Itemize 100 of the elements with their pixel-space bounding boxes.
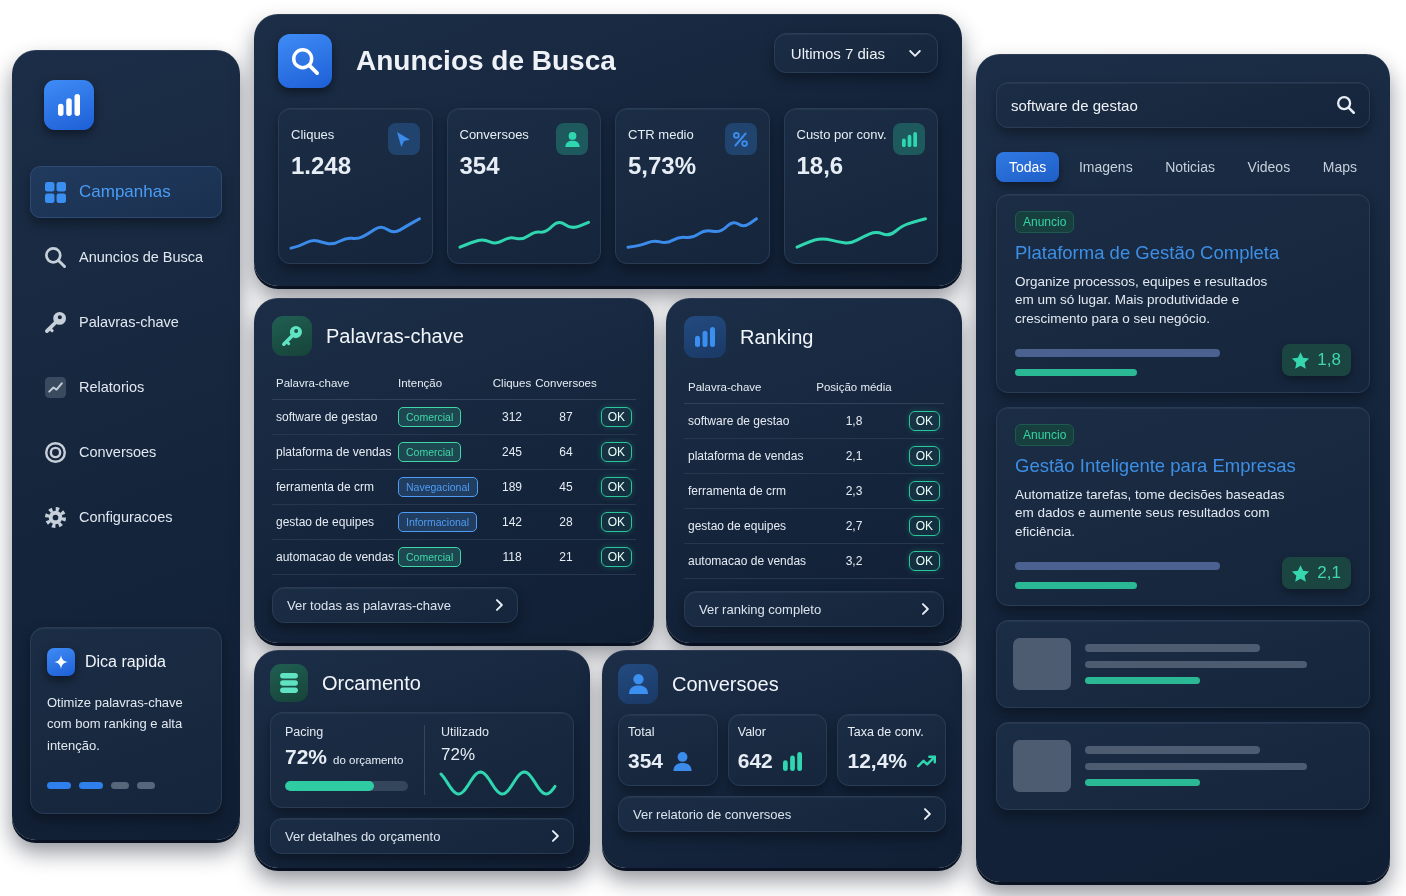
sidebar-item[interactable]: Palavras-chave xyxy=(30,296,222,348)
ad-badge: Anuncio xyxy=(1015,424,1075,447)
person-icon xyxy=(618,664,658,704)
ad-badge: Anuncio xyxy=(1015,211,1075,233)
chevron-right-icon xyxy=(496,599,503,611)
stat-label: Taxa de conv. xyxy=(847,725,925,739)
grid-icon xyxy=(45,181,66,203)
position-value: 2,3 xyxy=(844,484,864,498)
status-badge: OK xyxy=(908,516,940,536)
star-icon xyxy=(1292,564,1310,582)
sidebar-item[interactable]: Conversoes xyxy=(30,426,222,478)
intent-tag: Navegacional xyxy=(398,477,478,497)
status-badge: OK xyxy=(908,551,940,571)
clicks-value: 118 xyxy=(501,550,523,564)
keyword-text: automacao de vendas xyxy=(276,550,396,564)
chevron-right-icon xyxy=(922,603,929,615)
keyword-text: gestao de equipes xyxy=(688,519,788,533)
tip-text: Otimize palavras-chave com bom ranking e alta intenção. xyxy=(47,693,184,755)
column-header: Palavra-chave xyxy=(276,376,351,389)
person-icon xyxy=(556,123,588,155)
stat-label: Valor xyxy=(737,725,767,739)
star-icon xyxy=(1292,351,1310,369)
keyword-text: plataforma de vendas xyxy=(276,445,393,459)
conversions-value: 28 xyxy=(558,515,574,529)
view-more-button[interactable]: Ver detalhes do orçamento xyxy=(270,818,574,854)
conversions-value: 21 xyxy=(558,550,574,564)
stat-value: 1.248 xyxy=(291,152,353,180)
view-more-button[interactable]: Ver ranking completo xyxy=(684,591,944,627)
stat-value: 18,6 xyxy=(796,152,845,180)
result-title[interactable]: Plataforma de Gestão Completa xyxy=(1015,242,1351,264)
search-icon xyxy=(1337,96,1355,114)
keyword-text: software de gestao xyxy=(688,414,791,428)
stat-value: 12,4% xyxy=(847,749,907,773)
stat-label: Cliques xyxy=(291,127,336,142)
position-value: 3,2 xyxy=(844,554,864,568)
position-value: 2,1 xyxy=(844,449,864,463)
clicks-value: 312 xyxy=(501,410,523,424)
target-icon xyxy=(45,441,66,463)
column-header: Cliques xyxy=(491,376,533,389)
stat-label: Conversoes xyxy=(459,127,530,142)
sidebar-item[interactable]: Campanhas xyxy=(30,166,222,218)
position-value: 2,7 xyxy=(844,519,864,533)
key-icon xyxy=(45,311,66,333)
result-title[interactable]: Gestão Inteligente para Empresas xyxy=(1015,455,1351,478)
tip-title: Dica rapida xyxy=(85,652,166,671)
status-badge: OK xyxy=(600,442,632,462)
tab[interactable]: Todas xyxy=(996,152,1060,182)
sidebar-item[interactable]: Relatorios xyxy=(30,361,222,413)
status-badge: OK xyxy=(600,512,632,532)
status-badge: OK xyxy=(908,481,940,501)
metric-note: do orçamento xyxy=(333,754,404,766)
stat-value: 354 xyxy=(459,152,501,180)
panel-title: Palavras-chave xyxy=(326,324,464,348)
conversions-value: 87 xyxy=(558,410,574,424)
keyword-text: automacao de vendas xyxy=(688,554,808,568)
sparkle-icon xyxy=(47,647,75,676)
clicks-value: 245 xyxy=(501,445,523,459)
view-more-button[interactable]: Ver todas as palavras-chave xyxy=(272,587,518,623)
status-badge: OK xyxy=(600,477,632,497)
keyword-text: software de gestao xyxy=(276,410,379,424)
metric-value: 72% xyxy=(285,745,328,769)
period-dropdown[interactable]: Ultimos 7 dias xyxy=(773,33,938,73)
panel-title: Orcamento xyxy=(322,671,421,695)
thumbnail-placeholder xyxy=(1013,638,1071,691)
stat-label: CTR medio xyxy=(628,127,695,142)
chevron-right-icon xyxy=(552,830,559,842)
bar-chart-icon xyxy=(44,80,94,130)
column-header: Palavra-chave xyxy=(688,380,763,393)
metric-label: Utilizado xyxy=(441,725,490,739)
position-value: 1,8 xyxy=(844,414,864,428)
stat-value: 5,73% xyxy=(628,152,698,180)
clicks-value: 142 xyxy=(501,515,523,529)
panel-title: Ranking xyxy=(740,325,814,349)
gear-icon xyxy=(45,506,66,528)
metric-label: Pacing xyxy=(285,725,325,739)
status-badge: OK xyxy=(908,446,940,466)
intent-tag: Informacional xyxy=(398,512,478,532)
line-chart-icon xyxy=(45,376,66,398)
intent-tag: Comercial xyxy=(398,407,462,427)
status-badge: OK xyxy=(600,547,632,567)
result-description: Organize processos, equipes e resultados em um só lugar. Mais produtividade e crescimento para o seu negócio. xyxy=(1015,273,1269,328)
tab[interactable]: Videos xyxy=(1234,152,1304,182)
tab[interactable]: Maps xyxy=(1309,152,1370,182)
tab[interactable]: Noticias xyxy=(1152,152,1228,182)
sidebar-item[interactable]: Configuracoes xyxy=(30,491,222,543)
view-more-button[interactable]: Ver relatorio de conversoes xyxy=(618,796,946,832)
panel-title: Anuncios de Busca xyxy=(356,45,616,77)
status-badge: OK xyxy=(600,407,632,427)
chevron-down-icon xyxy=(909,49,921,57)
keyword-text: ferramenta de crm xyxy=(276,480,376,494)
search-field[interactable]: software de gestao xyxy=(996,82,1370,128)
intent-tag: Comercial xyxy=(398,547,462,567)
sidebar-item[interactable]: Anuncios de Busca xyxy=(30,231,222,283)
panel-title: Conversoes xyxy=(672,672,779,696)
keyword-text: gestao de equipes xyxy=(276,515,376,529)
rating-value: 1,8 xyxy=(1317,350,1341,371)
stat-value: 642 xyxy=(737,749,773,773)
tab[interactable]: Imagens xyxy=(1065,152,1146,182)
keyword-text: ferramenta de crm xyxy=(688,484,788,498)
chevron-right-icon xyxy=(924,808,931,820)
